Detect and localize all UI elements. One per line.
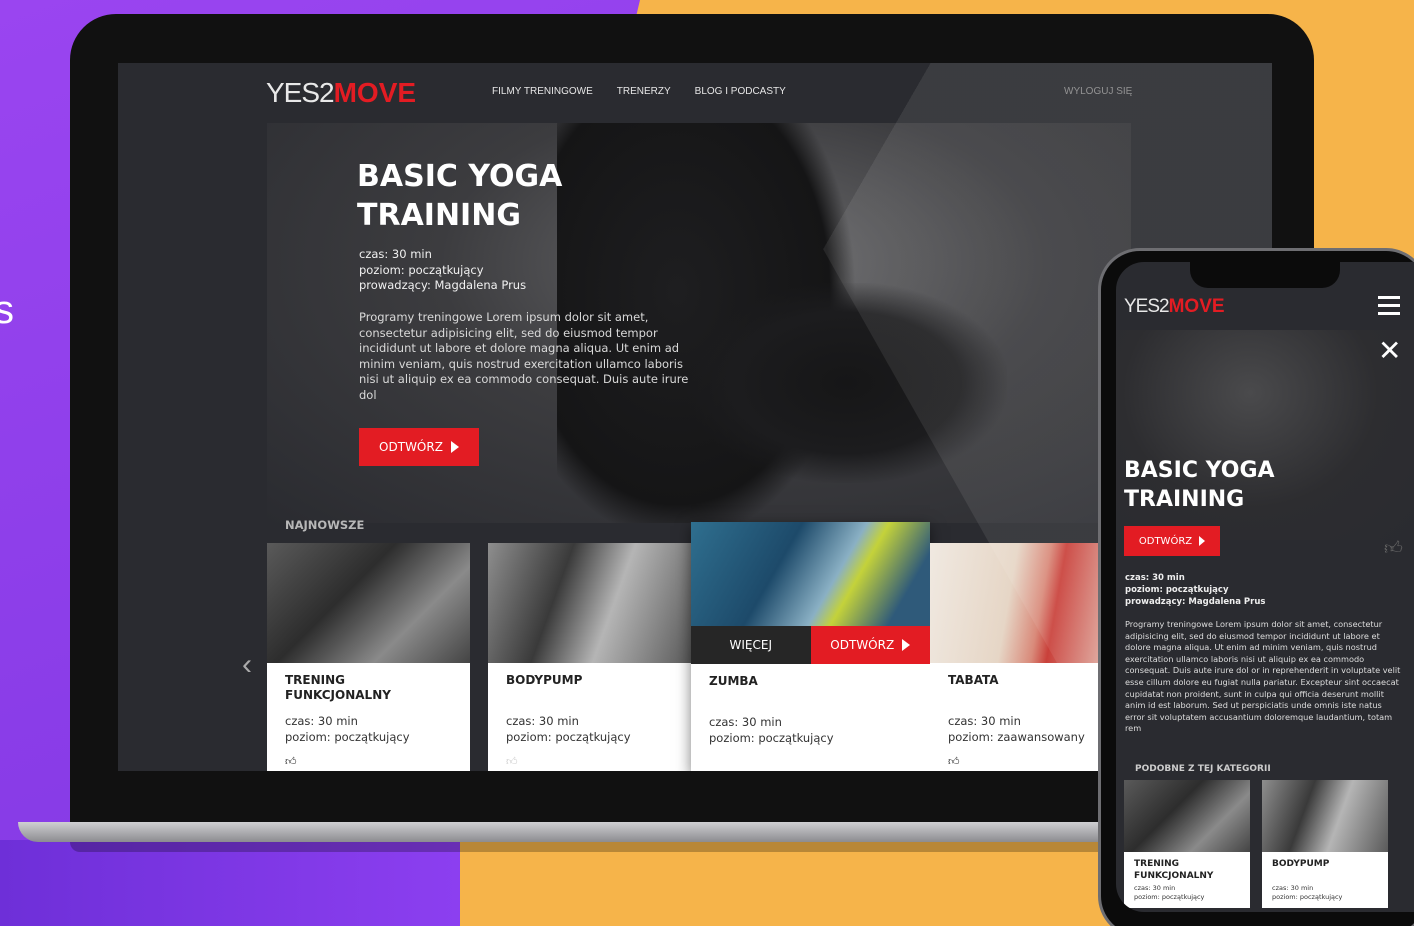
phone-notch — [1190, 262, 1340, 288]
chevron-left-icon[interactable]: ‹ — [242, 648, 252, 682]
site-logo[interactable]: YES2MOVE — [266, 77, 416, 109]
hero-image-shadow — [687, 283, 1007, 483]
mobile-video-card[interactable]: BODYPUMP czas: 30 min poziom: początkują… — [1262, 780, 1388, 908]
close-icon[interactable]: ✕ — [1378, 334, 1401, 367]
card-image — [488, 543, 691, 663]
card-meta: czas: 30 min poziom: początkujący — [1134, 884, 1204, 902]
card-level: poziom: zaawansowany — [948, 730, 1085, 744]
nav-item-trenerzy[interactable]: TRENERZY — [617, 86, 671, 97]
mobile-hero-description: Programy treningowe Lorem ipsum dolor si… — [1125, 619, 1401, 734]
nav-item-filmy[interactable]: FILMY TRENINGOWE — [492, 86, 593, 97]
hero-meta-time: czas: 30 min — [359, 247, 432, 261]
mobile-screen: YES2MOVE ✕ BASIC YOGA TRAINING ODTWÓRZ 👍… — [1116, 262, 1414, 912]
hero-banner: BASIC YOGA TRAINING czas: 30 min poziom:… — [267, 123, 1131, 523]
card-time: czas: 30 min — [506, 714, 579, 728]
play-icon — [1199, 536, 1206, 546]
logout-link[interactable]: WYLOGUJ SIĘ — [1064, 86, 1132, 97]
card-title-line1: BODYPUMP — [1272, 859, 1330, 869]
card-title-line1: TRENING — [1134, 859, 1180, 869]
hero-title-line2: TRAINING — [357, 198, 521, 233]
thumbs-up-icon[interactable]: 👍︎ — [285, 755, 297, 768]
card-level: poziom: początkujący — [709, 731, 834, 745]
card-meta: czas: 30 min poziom: początkujący — [709, 714, 834, 746]
card-level: poziom: początkujący — [506, 730, 631, 744]
card-title-line1: TABATA — [948, 673, 999, 687]
card-level: poziom: początkujący — [285, 730, 410, 744]
card-title: BODYPUMP — [1272, 858, 1329, 870]
section-label-newest: NAJNOWSZE — [285, 518, 365, 532]
card-title-line2: FUNKCJONALNY — [285, 688, 391, 702]
mobile-logo[interactable]: YES2MOVE — [1124, 296, 1225, 318]
card-actions: WIĘCEJ ODTWÓRZ — [691, 626, 930, 664]
card-title: TRENING FUNKCJONALNY — [1134, 858, 1213, 882]
mobile-hero-title-line1: BASIC YOGA — [1124, 458, 1275, 483]
hero-play-label: ODTWÓRZ — [379, 440, 443, 454]
card-meta: czas: 30 min poziom: początkujący — [506, 713, 631, 745]
mobile-meta-trainer: prowadzący: Magdalena Prus — [1125, 597, 1266, 607]
hero-meta-trainer: prowadzący: Magdalena Prus — [359, 278, 527, 292]
card-image — [1124, 780, 1250, 852]
hero-description: Programy treningowe Lorem ipsum dolor si… — [359, 310, 689, 402]
card-title-line1: ZUMBA — [709, 674, 758, 688]
mobile-video-card[interactable]: TRENING FUNKCJONALNY czas: 30 min poziom… — [1124, 780, 1250, 908]
nav-item-blog[interactable]: BLOG I PODCASTY — [695, 86, 786, 97]
card-level: poziom: początkujący — [1134, 893, 1205, 901]
logo-main: YES2 — [266, 77, 335, 108]
play-icon — [902, 639, 911, 651]
card-play-label: ODTWÓRZ — [830, 638, 895, 652]
edge-text: s — [0, 288, 14, 332]
video-card[interactable]: BODYPUMP czas: 30 min poziom: początkują… — [488, 543, 691, 771]
hero-title-line1: BASIC YOGA — [357, 159, 563, 194]
mobile-hero-title-line2: TRAINING — [1124, 487, 1245, 512]
mobile-hero-meta: czas: 30 min poziom: początkujący prowad… — [1125, 572, 1265, 608]
card-meta: czas: 30 min poziom: początkujący — [285, 713, 410, 745]
card-title: BODYPUMP — [506, 673, 582, 688]
hero-meta: czas: 30 min poziom: początkujący prowad… — [359, 247, 526, 294]
card-meta: czas: 30 min poziom: zaawansowany — [948, 713, 1085, 745]
card-time: czas: 30 min — [948, 714, 1021, 728]
video-card-active[interactable]: WIĘCEJ ODTWÓRZ ZUMBA czas: 30 min poziom… — [691, 522, 930, 771]
card-time: czas: 30 min — [1272, 884, 1314, 892]
main-nav: FILMY TRENINGOWE TRENERZY BLOG I PODCAST… — [492, 86, 786, 97]
mobile-meta-level: poziom: początkujący — [1125, 585, 1229, 595]
thumbs-up-icon[interactable]: 👍︎ — [1384, 537, 1403, 559]
card-title-line1: BODYPUMP — [506, 673, 583, 687]
thumbs-up-icon[interactable]: 👍︎ — [506, 755, 518, 768]
hero-play-button[interactable]: ODTWÓRZ — [359, 428, 479, 466]
logo-accent: MOVE — [1168, 296, 1225, 317]
card-title-line1: TRENING — [285, 673, 346, 687]
mobile-play-label: ODTWÓRZ — [1138, 535, 1193, 547]
card-time: czas: 30 min — [1134, 884, 1176, 892]
mobile-hero-title: BASIC YOGA TRAINING — [1124, 456, 1275, 514]
mobile-play-button[interactable]: ODTWÓRZ — [1124, 526, 1220, 556]
menu-icon[interactable] — [1378, 296, 1400, 320]
play-icon — [450, 441, 459, 453]
mobile-section-label: PODOBNE Z TEJ KATEGORII — [1135, 764, 1271, 774]
card-play-button[interactable]: ODTWÓRZ — [810, 626, 930, 664]
background-purple-lower — [0, 840, 460, 926]
more-button[interactable]: WIĘCEJ — [691, 626, 811, 664]
logo-accent: MOVE — [333, 77, 417, 108]
hero-title: BASIC YOGA TRAINING — [357, 157, 562, 235]
logo-main: YES2 — [1124, 296, 1170, 317]
thumbs-up-icon[interactable]: 👍︎ — [948, 755, 960, 768]
hero-meta-level: poziom: początkujący — [359, 262, 484, 277]
card-time: czas: 30 min — [285, 714, 358, 728]
card-image — [267, 543, 470, 663]
mobile-meta-time: czas: 30 min — [1125, 573, 1185, 583]
card-image — [1262, 780, 1388, 852]
video-card[interactable]: TRENING FUNKCJONALNY czas: 30 min poziom… — [267, 543, 470, 771]
card-time: czas: 30 min — [709, 715, 782, 729]
card-level: poziom: początkujący — [1272, 893, 1343, 901]
card-title: ZUMBA — [709, 674, 758, 689]
card-title: TABATA — [948, 673, 999, 688]
card-title: TRENING FUNKCJONALNY — [285, 673, 391, 703]
card-meta: czas: 30 min poziom: początkujący — [1272, 884, 1342, 902]
card-title-line2: FUNKCJONALNY — [1134, 871, 1214, 881]
